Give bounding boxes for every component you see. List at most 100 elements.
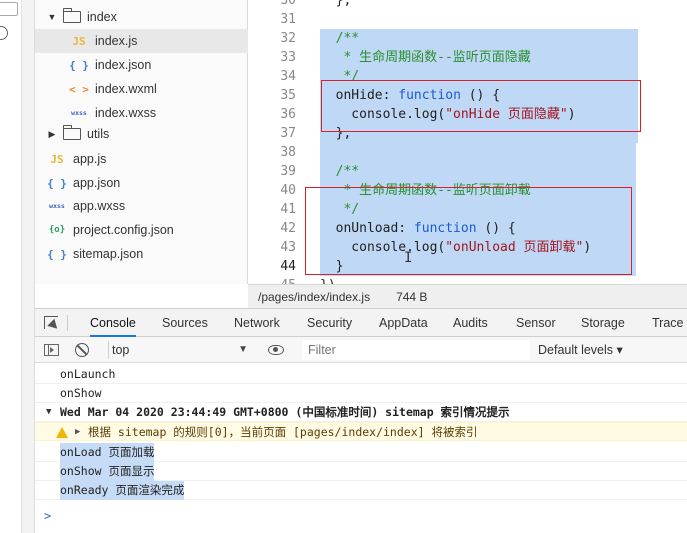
line-number: 31: [280, 12, 296, 27]
file-tree-item-label: app.wxss: [73, 199, 126, 213]
tab-storage[interactable]: Storage: [581, 309, 625, 337]
tab-console[interactable]: Console: [90, 309, 136, 337]
file-tree-item[interactable]: {o} project.config.json: [35, 218, 248, 242]
line-number: 32: [280, 31, 296, 46]
line-number: 42: [280, 221, 296, 236]
file-tree-item-label: index.json: [95, 58, 152, 72]
console-message-text: onShow: [60, 386, 102, 400]
divider: [67, 315, 68, 331]
console-filter-input[interactable]: [302, 340, 530, 360]
file-tree-item[interactable]: ▼ index: [35, 5, 248, 29]
console-toolbar: top ▼ Default levels ▾: [35, 337, 687, 363]
context-value: top: [112, 343, 130, 357]
tab-trace[interactable]: Trace: [652, 309, 684, 337]
code-line: },: [320, 0, 352, 8]
wxss-file-icon: wxss: [49, 202, 65, 210]
tab-appdata[interactable]: AppData: [379, 309, 428, 337]
line-number: 44: [280, 259, 296, 274]
line-number-gutter: 30 31 32 33 34 35 36 37 38 39 40 41 42 43 44 45: [248, 0, 296, 284]
console-message: onShow: [35, 384, 687, 403]
console-message-text: 根据 sitemap 的规则[0]，当前页面 [pages/index/inde…: [88, 425, 478, 439]
line-number: 40: [280, 183, 296, 198]
line-number: 41: [280, 202, 296, 217]
file-tree-item-label: project.config.json: [73, 223, 174, 237]
file-tree-item-label: index.js: [95, 34, 138, 48]
file-size: 744 B: [396, 289, 428, 304]
file-tree-item-label: app.js: [73, 152, 107, 166]
console-prompt[interactable]: >: [44, 509, 51, 523]
file-tree-item-label: utils: [87, 127, 110, 141]
console-group-header[interactable]: ▼ Wed Mar 04 2020 23:44:49 GMT+0800 (中国标准…: [35, 403, 687, 422]
text-cursor-icon: I: [404, 250, 413, 266]
json-file-icon: { }: [47, 176, 67, 190]
file-tree-item-label: index.wxss: [95, 106, 157, 120]
file-tree-item[interactable]: { } sitemap.json: [35, 242, 248, 266]
folder-icon: [62, 8, 81, 23]
simulator-frame-icon: [0, 2, 18, 16]
file-tree: ▼ index JS index.js{ } index.json < > index.wx…: [35, 0, 248, 284]
wxml-file-icon: < >: [69, 82, 89, 96]
chevron-down-icon[interactable]: ▼: [47, 12, 57, 22]
line-number: 45: [248, 276, 296, 284]
console-message: onLoad 页面加载: [35, 443, 687, 462]
live-expression-eye-icon[interactable]: [268, 345, 284, 355]
clear-console-icon[interactable]: [75, 343, 89, 357]
console-message: onShow 页面显示: [35, 462, 687, 481]
config-file-icon: {o}: [48, 225, 66, 235]
file-tree-item[interactable]: < > index.wxml: [35, 77, 248, 101]
wxss-file-icon: wxss: [71, 109, 87, 117]
simulator-edge: [0, 0, 22, 533]
folder-icon: [62, 125, 81, 140]
file-tree-item[interactable]: { } index.json: [35, 53, 248, 77]
chevron-down-icon: ▼: [238, 344, 248, 355]
js-file-icon: JS: [72, 34, 86, 48]
console-warning[interactable]: ▶ 根据 sitemap 的规则[0]，当前页面 [pages/index/ind…: [35, 422, 687, 441]
console-message: onReady 页面渲染完成: [35, 481, 687, 500]
tab-network[interactable]: Network: [234, 309, 280, 337]
line-number: 35: [280, 88, 296, 103]
inspect-element-icon[interactable]: [44, 316, 58, 329]
file-tree-item-label: index: [87, 10, 117, 24]
tab-sensor[interactable]: Sensor: [516, 309, 556, 337]
editor-status-bar: /pages/index/index.js 744 B: [248, 284, 687, 308]
chevron-right-icon[interactable]: ▶: [75, 423, 80, 442]
log-levels-dropdown[interactable]: Default levels ▾: [538, 341, 623, 359]
tab-audits[interactable]: Audits: [453, 309, 488, 337]
refresh-icon[interactable]: [0, 26, 8, 40]
file-tree-item[interactable]: JS index.js: [35, 29, 248, 53]
line-number: 37: [280, 126, 296, 141]
code-line: }): [320, 276, 336, 284]
file-tree-item[interactable]: JS app.js: [35, 147, 248, 171]
panel-divider[interactable]: [22, 0, 35, 533]
file-tree-item-label: app.json: [73, 176, 121, 190]
annotation-box-onunload: [305, 187, 632, 275]
file-tree-item[interactable]: ▶ utils: [35, 122, 248, 146]
show-sidebar-icon[interactable]: [44, 344, 59, 356]
line-number: 30: [280, 0, 296, 8]
code-editor[interactable]: 30313233343536373839404142434445 }, /** …: [248, 0, 687, 284]
console-message-text: onLoad 页面加载: [60, 443, 155, 462]
file-path: /pages/index/index.js: [258, 289, 371, 304]
console-message-text: onLaunch: [60, 367, 116, 381]
js-file-icon: JS: [50, 152, 64, 166]
tab-sources[interactable]: Sources: [162, 309, 208, 337]
code-line: /**: [320, 164, 360, 179]
annotation-box-onhide: [321, 80, 641, 132]
file-tree-item[interactable]: { } app.json: [35, 171, 248, 195]
console-message: onLaunch: [35, 365, 687, 384]
json-file-icon: { }: [47, 247, 67, 261]
chevron-right-icon[interactable]: ▶: [47, 129, 57, 140]
tab-security[interactable]: Security: [307, 309, 352, 337]
context-selector[interactable]: top ▼: [108, 341, 248, 359]
file-tree-item[interactable]: wxss app.wxss: [35, 194, 248, 218]
line-number: 43: [280, 240, 296, 255]
chevron-down-icon[interactable]: ▼: [46, 403, 51, 422]
console-output: > onLaunch onShow ▼ Wed Mar 04 2020 23:44:4…: [35, 363, 687, 533]
code-line: /**: [320, 31, 360, 46]
ide-window: ▼ index JS index.js{ } index.json < > index.wx…: [0, 0, 687, 533]
line-number: 34: [280, 69, 296, 84]
devtools-panel: Console Sources Network Security AppData Audi…: [35, 308, 687, 533]
console-message-text: Wed Mar 04 2020 23:44:49 GMT+0800 (中国标准时…: [60, 405, 510, 419]
line-number: 38: [280, 145, 296, 160]
devtools-tab-bar: Console Sources Network Security AppData Audi…: [35, 309, 687, 337]
